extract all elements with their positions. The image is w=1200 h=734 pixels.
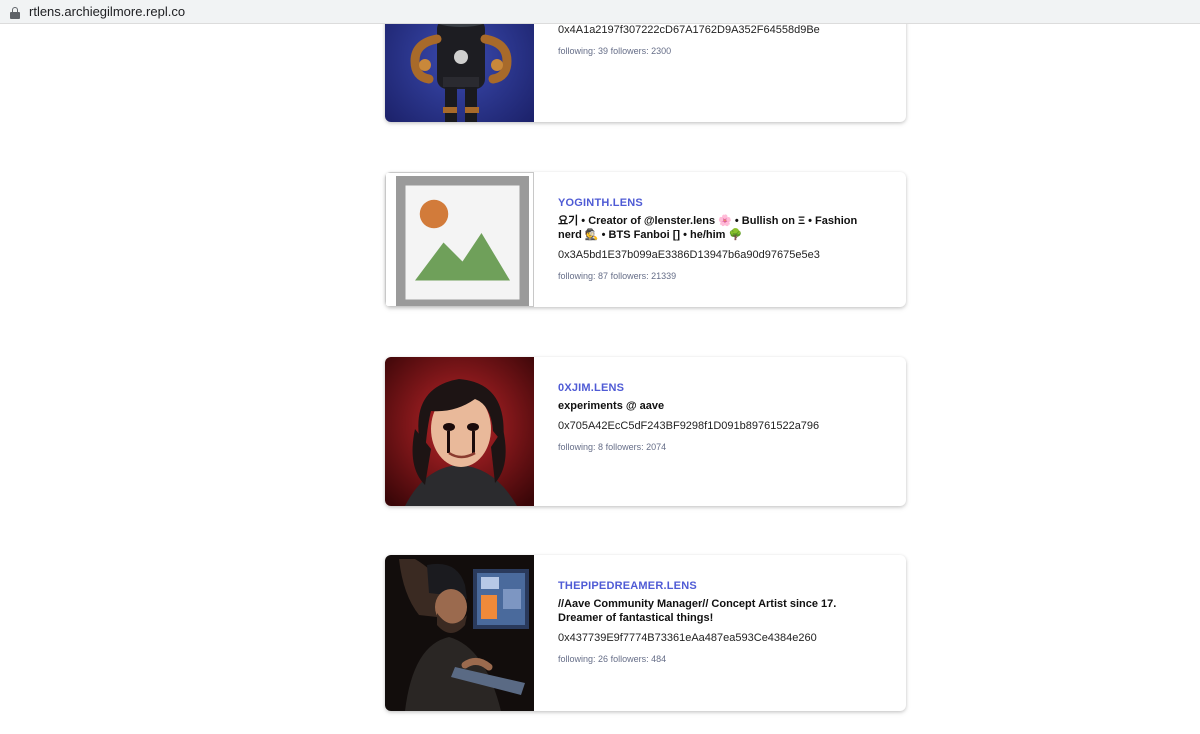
- profile-card[interactable]: 0x4A1a2197f307222cD67A1762D9A352F64558d9…: [385, 24, 906, 122]
- profile-avatar: [385, 555, 534, 711]
- profile-avatar-broken: [385, 172, 534, 307]
- followers-label: followers:: [610, 654, 649, 664]
- profile-card[interactable]: THEPIPEDREAMER.LENS //Aave Community Man…: [385, 555, 906, 711]
- broken-image-icon: [396, 176, 529, 306]
- following-count: 8: [598, 442, 604, 452]
- profile-card[interactable]: 0XJIM.LENS experiments @ aave 0x705A42Ec…: [385, 357, 906, 506]
- profile-address: 0x4A1a2197f307222cD67A1762D9A352F64558d9…: [558, 24, 820, 36]
- profile-avatar: [385, 357, 534, 506]
- profile-bio: 요기 • Creator of @lenster.lens 🌸 • Bullis…: [558, 215, 858, 241]
- followers-label: followers:: [610, 46, 649, 56]
- profile-address: 0x437739E9f7774B73361eAa487ea593Ce4384e2…: [558, 632, 817, 644]
- following-label: following:: [558, 654, 596, 664]
- profile-stats: following: 26 followers: 484: [558, 654, 882, 664]
- following-count: 87: [598, 271, 609, 281]
- profile-feed: 0x4A1a2197f307222cD67A1762D9A352F64558d9…: [0, 24, 1200, 734]
- profile-stats: following: 87 followers: 21339: [558, 271, 882, 281]
- following-label: following:: [558, 46, 596, 56]
- profile-address: 0x705A42EcC5dF243BF9298f1D091b89761522a7…: [558, 420, 820, 432]
- profile-stats: following: 8 followers: 2074: [558, 442, 882, 452]
- profile-address: 0x3A5bd1E37b099aE3386D13947b6a90d97675e5…: [558, 249, 820, 261]
- followers-label: followers:: [610, 271, 649, 281]
- following-count: 39: [598, 46, 609, 56]
- profile-info: THEPIPEDREAMER.LENS //Aave Community Man…: [534, 555, 906, 711]
- profile-handle[interactable]: YOGINTH.LENS: [558, 197, 882, 209]
- profile-info: 0x4A1a2197f307222cD67A1762D9A352F64558d9…: [534, 24, 906, 122]
- followers-count: 484: [651, 654, 667, 664]
- followers-count: 2074: [646, 442, 667, 452]
- profile-bio: //Aave Community Manager// Concept Artis…: [558, 598, 837, 624]
- followers-count: 2300: [651, 46, 672, 56]
- profile-handle[interactable]: THEPIPEDREAMER.LENS: [558, 580, 882, 592]
- following-label: following:: [558, 271, 596, 281]
- following-count: 26: [598, 654, 609, 664]
- following-label: following:: [558, 442, 596, 452]
- followers-label: followers:: [605, 442, 644, 452]
- browser-address-bar[interactable]: rtlens.archiegilmore.repl.co: [0, 0, 1200, 24]
- profile-handle[interactable]: 0XJIM.LENS: [558, 382, 882, 394]
- profile-avatar: [385, 24, 534, 122]
- lock-icon[interactable]: [10, 6, 20, 19]
- profile-info: 0XJIM.LENS experiments @ aave 0x705A42Ec…: [534, 357, 906, 506]
- url-text[interactable]: rtlens.archiegilmore.repl.co: [29, 4, 185, 19]
- followers-count: 21339: [651, 271, 677, 281]
- profile-info: YOGINTH.LENS 요기 • Creator of @lenster.le…: [534, 172, 906, 307]
- profile-card[interactable]: YOGINTH.LENS 요기 • Creator of @lenster.le…: [385, 172, 906, 307]
- profile-stats: following: 39 followers: 2300: [558, 46, 882, 56]
- profile-bio: experiments @ aave: [558, 400, 665, 412]
